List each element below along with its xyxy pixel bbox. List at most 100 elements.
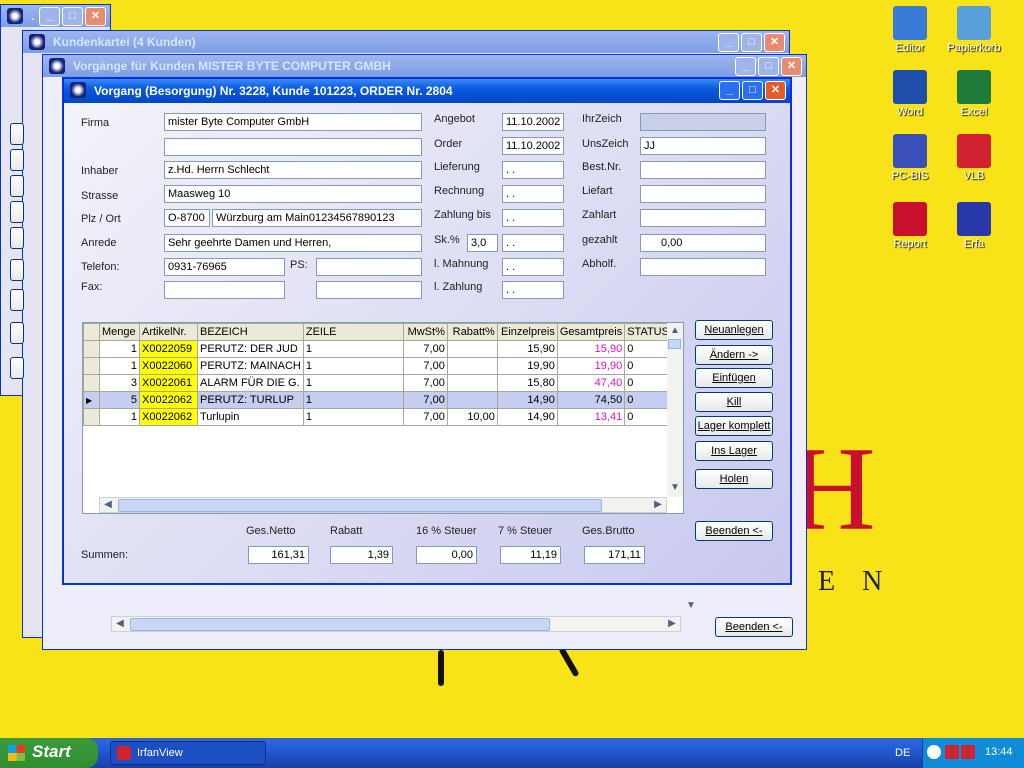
cell-art[interactable]: X0022061 [139, 374, 198, 392]
scroll-thumb[interactable] [668, 339, 681, 349]
cell-zeile[interactable]: 1 [302, 408, 404, 426]
firma2-field[interactable] [164, 138, 422, 156]
vorgaenge-beenden-button[interactable]: Beenden <- [715, 617, 793, 637]
scroll-up-icon[interactable]: ▲ [667, 324, 683, 338]
kundenkartei-titlebar[interactable]: Kundenkartei (4 Kunden) _ □ ✕ [23, 31, 789, 53]
cell-art[interactable]: X0022059 [139, 340, 198, 358]
scroll-down-icon[interactable]: ▼ [667, 481, 683, 495]
fax2-field[interactable] [316, 281, 422, 299]
rechnung-field[interactable]: . . [502, 185, 564, 203]
cell-mwst[interactable]: 7,00 [402, 340, 448, 358]
strasse-field[interactable]: Maasweg 10 [164, 185, 422, 203]
desktop-icon-papierkorb[interactable]: Papierkorb [934, 6, 1014, 54]
zahlung-bis-field[interactable]: . . [502, 209, 564, 227]
desktop-icon-vlb[interactable]: VLB [934, 134, 1014, 182]
cell-zeile[interactable]: 1 [302, 357, 404, 375]
unszeich-field[interactable]: JJ [640, 137, 766, 155]
row-selector[interactable] [83, 340, 100, 358]
liefart-field[interactable] [640, 185, 766, 203]
cell-rabatt[interactable] [446, 340, 498, 358]
scroll-thumb[interactable] [130, 618, 550, 631]
grid-hscrollbar[interactable]: ◀ ▶ [99, 497, 667, 513]
minimize-button[interactable]: _ [735, 57, 756, 76]
cell-gesamt[interactable]: 74,50 [556, 391, 626, 409]
back-window-button[interactable] [10, 259, 24, 281]
cell-einzel[interactable]: 14,90 [496, 408, 558, 426]
cell-menge[interactable]: 3 [99, 374, 140, 392]
cell-einzel[interactable]: 14,90 [496, 391, 558, 409]
back-window-button[interactable] [10, 357, 24, 379]
cell-bez[interactable]: ALARM FÜR DIE G. [197, 374, 304, 392]
lieferung-field[interactable]: . . [502, 161, 564, 179]
cell-einzel[interactable]: 19,90 [496, 357, 558, 375]
scroll-right-icon[interactable]: ▶ [650, 498, 666, 512]
einfuegen-button[interactable]: Einfügen [695, 368, 773, 388]
close-button[interactable]: ✕ [781, 57, 802, 76]
column-header[interactable]: MwSt% [402, 323, 448, 341]
column-header[interactable]: Menge [99, 323, 140, 341]
back-window-button[interactable] [10, 149, 24, 171]
column-header[interactable]: ArtikelNr. [139, 323, 198, 341]
cell-art[interactable]: X0022062 [139, 408, 198, 426]
rabatt-field[interactable]: 1,39 [330, 546, 393, 564]
back-window-titlebar[interactable]: . _ □ ✕ [1, 5, 110, 27]
cell-status[interactable]: 0 [624, 408, 672, 426]
cell-status[interactable]: 0 [624, 391, 672, 409]
cell-gesamt[interactable]: 47,40 [556, 374, 626, 392]
scroll-left-icon[interactable]: ◀ [100, 498, 116, 512]
back-window-button[interactable] [10, 322, 24, 344]
cell-zeile[interactable]: 1 [302, 340, 404, 358]
mahnung-field[interactable]: . . [502, 258, 564, 276]
minimize-button[interactable]: _ [719, 81, 740, 100]
table-row[interactable]: ▶ 5 X0022062 PERUTZ: TURLUP 1 7,00 14,90 74,50 0 [83, 391, 672, 409]
minimize-button[interactable]: _ [39, 7, 60, 26]
column-header[interactable]: BEZEICH [197, 323, 304, 341]
cell-gesamt[interactable]: 15,90 [556, 340, 626, 358]
maximize-button[interactable]: □ [62, 7, 83, 26]
clock[interactable]: 13:44 [985, 746, 1013, 758]
cell-menge[interactable]: 1 [99, 408, 140, 426]
close-button[interactable]: ✕ [764, 33, 785, 52]
holen-button[interactable]: Holen [695, 469, 773, 489]
maximize-button[interactable]: □ [741, 33, 762, 52]
netto-field[interactable]: 161,31 [248, 546, 309, 564]
cell-menge[interactable]: 1 [99, 340, 140, 358]
cell-rabatt[interactable] [446, 374, 498, 392]
letzte-zahlung-field[interactable]: . . [502, 281, 564, 299]
close-button[interactable]: ✕ [85, 7, 106, 26]
fax-field[interactable] [164, 281, 285, 299]
neuanlegen-button[interactable]: Neuanlegen [695, 320, 773, 340]
plz-field[interactable]: O-8700 [164, 209, 210, 227]
vorgaenge-hscrollbar[interactable]: ◀ ▶ [111, 616, 681, 632]
cell-art[interactable]: X0022062 [139, 391, 198, 409]
maximize-button[interactable]: □ [742, 81, 763, 100]
skonto-date-field[interactable]: . . [502, 234, 564, 252]
row-selector[interactable] [83, 408, 100, 426]
ps-field[interactable] [316, 258, 422, 276]
aendern-button[interactable]: Ändern -> [695, 345, 773, 365]
scroll-left-icon[interactable]: ◀ [112, 617, 128, 631]
cell-menge[interactable]: 5 [99, 391, 140, 409]
cell-bez[interactable]: Turlupin [197, 408, 304, 426]
cell-art[interactable]: X0022060 [139, 357, 198, 375]
cell-rabatt[interactable] [446, 357, 498, 375]
taskbar-item-irfanview[interactable]: IrfanView [110, 741, 266, 765]
table-row[interactable]: 3 X0022061 ALARM FÜR DIE G. 1 7,00 15,80 47,40… [83, 374, 672, 392]
cell-einzel[interactable]: 15,80 [496, 374, 558, 392]
desktop-icon-erfa[interactable]: Erfa [934, 202, 1014, 250]
positions-grid[interactable]: Menge ArtikelNr. BEZEICH ZEILE MwSt% Rabatt% E… [82, 322, 684, 514]
table-row[interactable]: 1 X0022062 Turlupin 1 7,00 10,00 14,90 13,41 0 [83, 408, 672, 426]
lager-komplett-button[interactable]: Lager komplett [695, 416, 773, 436]
anrede-field[interactable]: Sehr geehrte Damen und Herren, [164, 234, 422, 252]
cell-rabatt[interactable]: 10,00 [446, 408, 498, 426]
kill-button[interactable]: Kill [695, 392, 773, 412]
beenden-button[interactable]: Beenden <- [695, 521, 773, 541]
close-button[interactable]: ✕ [765, 81, 786, 100]
tray-arrow-icon[interactable] [927, 745, 941, 759]
grid-vscrollbar[interactable]: ▲ ▼ [667, 323, 683, 497]
column-header[interactable]: ZEILE [302, 323, 404, 341]
ins-lager-button[interactable]: Ins Lager [695, 441, 773, 461]
maximize-button[interactable]: □ [758, 57, 779, 76]
cell-mwst[interactable]: 7,00 [402, 408, 448, 426]
bestnr-field[interactable] [640, 161, 766, 179]
